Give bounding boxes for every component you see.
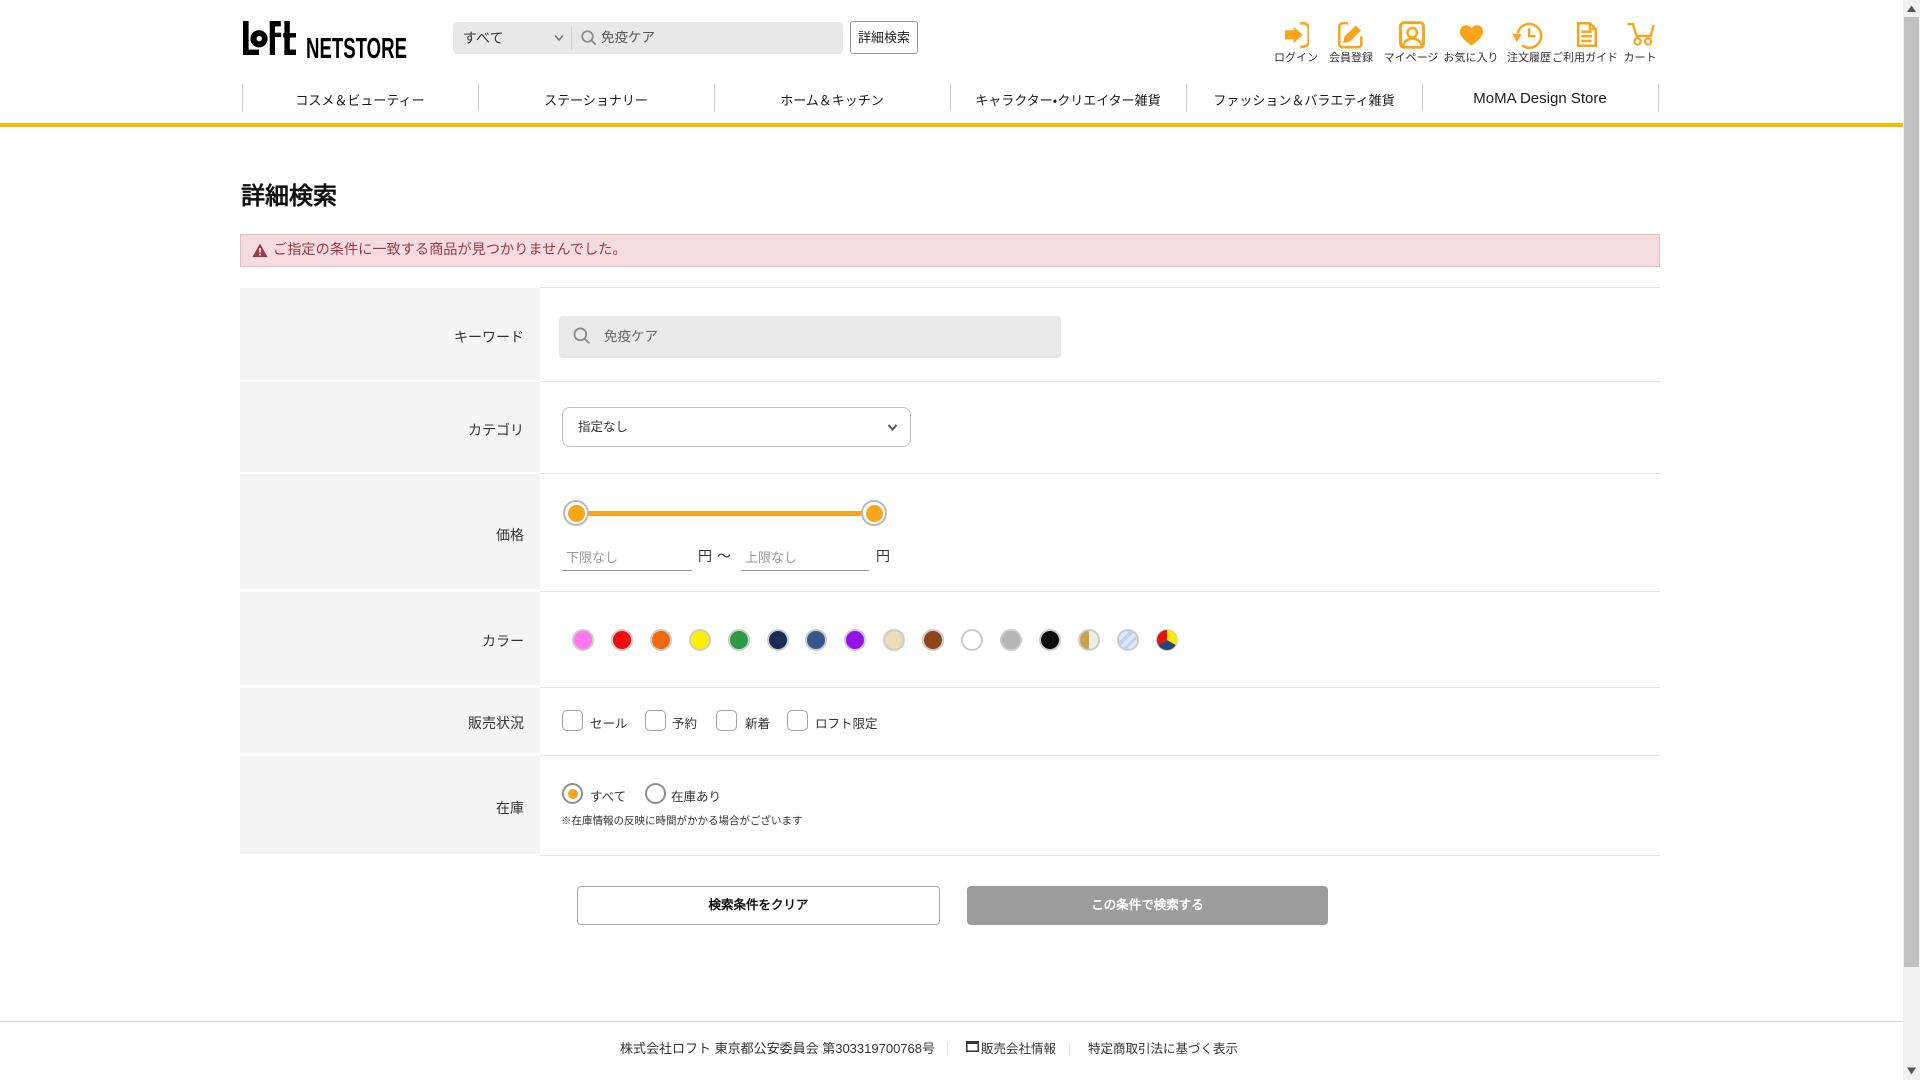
svg-text:NETSTORE: NETSTORE [306, 33, 407, 62]
